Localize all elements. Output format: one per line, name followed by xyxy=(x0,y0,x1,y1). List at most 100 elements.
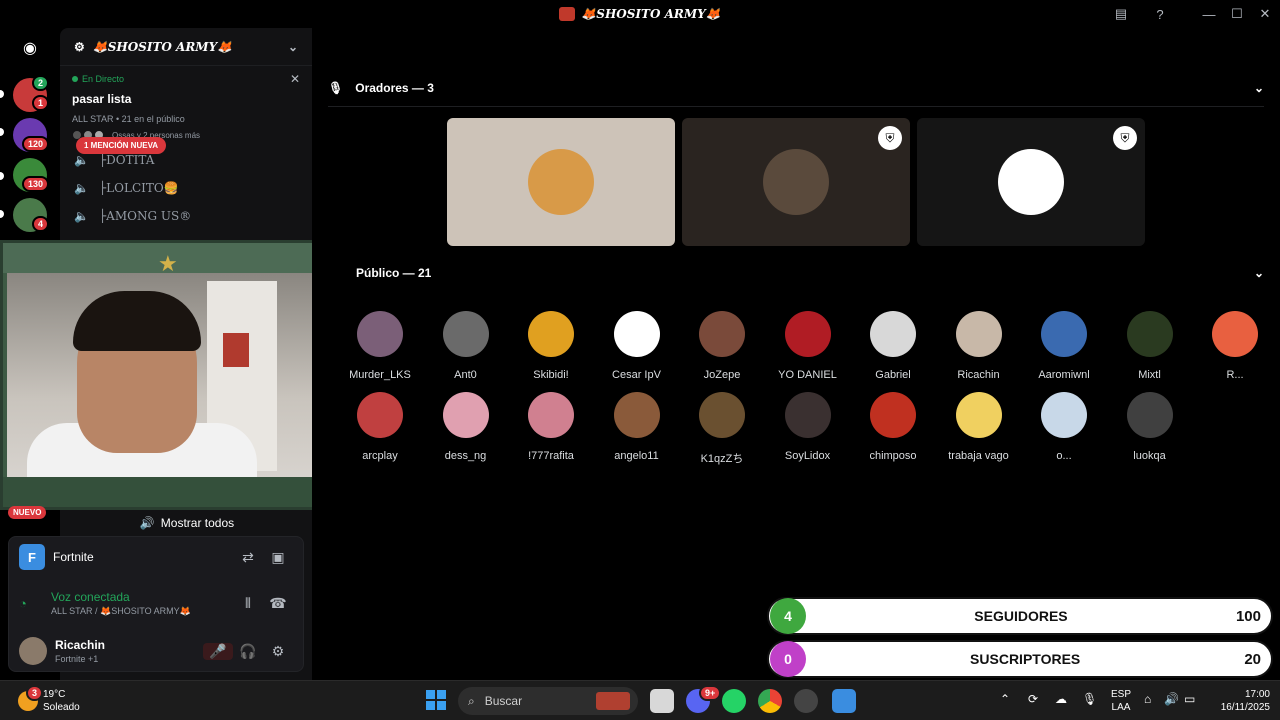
inbox-icon[interactable]: ▤ xyxy=(1106,0,1136,28)
fortnite-taskbar-icon[interactable] xyxy=(832,689,856,713)
disconnect-icon[interactable]: ☎ xyxy=(263,595,293,612)
audience-member[interactable]: Cesar IpV xyxy=(597,311,677,381)
mention-badge[interactable]: 1 MENCIÓN NUEVA xyxy=(76,137,167,154)
speaker-tile[interactable]: ⛨ xyxy=(682,118,910,246)
audience-member-name: arcplay xyxy=(362,450,398,462)
avatar xyxy=(613,311,660,357)
server-badge: 120 xyxy=(22,136,50,152)
speakers-header[interactable]: 🎙 Oradores — 3 ⌄ xyxy=(328,76,1264,100)
audience-member[interactable]: JoZepe xyxy=(682,311,762,381)
close-button[interactable]: ✕ xyxy=(1250,0,1280,28)
audience-member[interactable]: angelo11 xyxy=(597,392,677,462)
audience-member-name: Ant0 xyxy=(454,369,477,381)
avatar xyxy=(357,311,403,357)
show-all-button[interactable]: 🔊 Mostrar todos xyxy=(76,512,298,534)
audience-member[interactable]: dess_ng xyxy=(426,392,506,462)
microphone-icon[interactable]: 🎙 xyxy=(1082,693,1097,706)
audience-member[interactable]: arcplay xyxy=(340,392,420,462)
cloud-icon[interactable]: ☁ xyxy=(1055,693,1067,706)
help-icon[interactable]: ? xyxy=(1145,0,1175,28)
avatar xyxy=(699,311,745,357)
speaker-tile[interactable]: ⛨ xyxy=(917,118,1145,246)
speaker-icon: 🔊 xyxy=(139,516,155,530)
minimize-button[interactable]: — xyxy=(1194,0,1224,28)
avatar[interactable] xyxy=(19,637,47,665)
activity-row[interactable]: F Fortnite ⇄ ▣ xyxy=(9,541,303,573)
tray-chevron-up-icon[interactable]: ⌃ xyxy=(1000,693,1010,706)
volume-icon[interactable]: 🔊 xyxy=(1164,693,1179,706)
headphones-icon[interactable]: 🎧 xyxy=(233,643,263,660)
audience-member-name: Cesar IpV xyxy=(612,369,661,381)
close-icon[interactable]: ✕ xyxy=(290,72,300,86)
audience-member-name: Ricachin xyxy=(957,369,1000,381)
audience-member-name: Murder_LKS xyxy=(349,369,411,381)
network-icon[interactable]: ⌂ xyxy=(1144,693,1151,706)
avatar xyxy=(763,149,829,215)
voice-channel[interactable]: 🔈 ├LOLCITO🍔 xyxy=(60,174,312,202)
unread-pill xyxy=(0,128,4,136)
server-badge: 130 xyxy=(22,176,50,192)
mute-mic-icon[interactable]: 🎤 xyxy=(203,642,233,660)
clock[interactable]: 17:00 16/11/2025 xyxy=(1208,688,1270,714)
audience-member[interactable]: Ant0 xyxy=(426,311,506,381)
speaker-tile[interactable] xyxy=(447,118,675,246)
obs-icon[interactable] xyxy=(794,689,818,713)
chevron-down-icon: ⌄ xyxy=(1253,81,1264,95)
windows-start-icon[interactable] xyxy=(426,690,446,710)
audience-member-name: SoyLidox xyxy=(784,450,831,462)
audience-member[interactable]: Mixtl xyxy=(1110,311,1190,381)
unread-pill xyxy=(0,90,4,98)
audience-member[interactable]: Murder_LKS xyxy=(340,311,420,381)
settings-gear-icon[interactable]: ⚙ xyxy=(263,643,293,660)
windows-taskbar: 3 19°C Soleado ⌕ Buscar 9+ ⌃ ⟳ ☁ 🎙 ESP L… xyxy=(0,680,1280,720)
sync-icon[interactable]: ⟳ xyxy=(1028,693,1038,706)
overlay-frame-bottom xyxy=(3,477,349,507)
battery-icon[interactable]: ▭ xyxy=(1184,693,1195,706)
stage-live-card[interactable]: En Directo ✕ pasar lista ALL STAR • 21 e… xyxy=(60,66,312,146)
audience-member[interactable]: o... xyxy=(1024,392,1104,462)
task-view-icon[interactable] xyxy=(650,689,674,713)
voice-status[interactable]: Voz conectada ALL STAR / 🦊SHOSITO ARMY🦊 xyxy=(51,590,191,617)
server-badge: 4 xyxy=(32,216,50,232)
audience-member[interactable]: YO DANIEL xyxy=(768,311,848,381)
taskbar-search[interactable]: ⌕ Buscar xyxy=(458,687,638,715)
audience-member-name: K1qzZち xyxy=(700,453,744,465)
maximize-button[interactable]: ☐ xyxy=(1222,0,1252,28)
person-hair xyxy=(73,291,201,351)
audience-member-name: chimposo xyxy=(869,450,917,462)
avatar xyxy=(784,392,831,438)
avatar xyxy=(784,311,831,357)
audience-member[interactable]: Gabriel xyxy=(853,311,933,381)
audience-member[interactable]: R... xyxy=(1195,311,1275,381)
search-icon: ⌕ xyxy=(468,693,475,708)
audience-member[interactable]: Aaromiwnl xyxy=(1024,311,1104,381)
server-header[interactable]: ⚙ 🦊SHOSITO ARMY🦊 ⌄ xyxy=(60,28,312,66)
audience-member[interactable]: SoyLidox xyxy=(768,392,848,462)
audience-member[interactable]: Skibidi! xyxy=(511,311,591,381)
boost-icon: ⚙ xyxy=(74,39,85,54)
window-title: 🦊SHOSITO ARMY🦊 xyxy=(559,7,721,21)
voice-channel[interactable]: 🔈 ├AMONG US® xyxy=(60,202,312,230)
audience-header[interactable]: Público — 21 ⌄ xyxy=(328,261,1264,285)
audience-member[interactable]: Ricachin xyxy=(939,311,1019,381)
audience-member[interactable]: trabaja vago xyxy=(939,392,1019,462)
weather-widget[interactable]: 19°C Soleado xyxy=(43,688,80,714)
chrome-icon[interactable] xyxy=(758,689,782,713)
audience-member[interactable]: chimposo xyxy=(853,392,933,462)
screen-share-icon[interactable]: ▣ xyxy=(263,549,293,566)
audience-member-name: trabaja vago xyxy=(948,450,1009,462)
audience-member[interactable]: K1qzZち xyxy=(682,392,762,466)
discord-home-icon[interactable]: ◉ xyxy=(18,38,42,57)
avatar xyxy=(442,311,489,357)
audience-member[interactable]: !777rafita xyxy=(511,392,591,462)
subscribers-counter: 0 SUSCRIPTORES 20 xyxy=(767,640,1273,678)
counter-goal: 100 xyxy=(1235,607,1261,625)
user-info[interactable]: Ricachin Fortnite +1 xyxy=(55,638,105,664)
noise-suppression-icon[interactable]: ⦀ xyxy=(233,595,263,612)
audience-member[interactable]: luokqa xyxy=(1110,392,1190,462)
invite-icon[interactable]: ⇄ xyxy=(233,549,263,566)
language-indicator[interactable]: ESP LAA xyxy=(1108,688,1134,714)
new-badge: NUEVO xyxy=(8,506,47,519)
whatsapp-icon[interactable] xyxy=(722,689,746,713)
search-highlight-icon xyxy=(596,692,630,710)
